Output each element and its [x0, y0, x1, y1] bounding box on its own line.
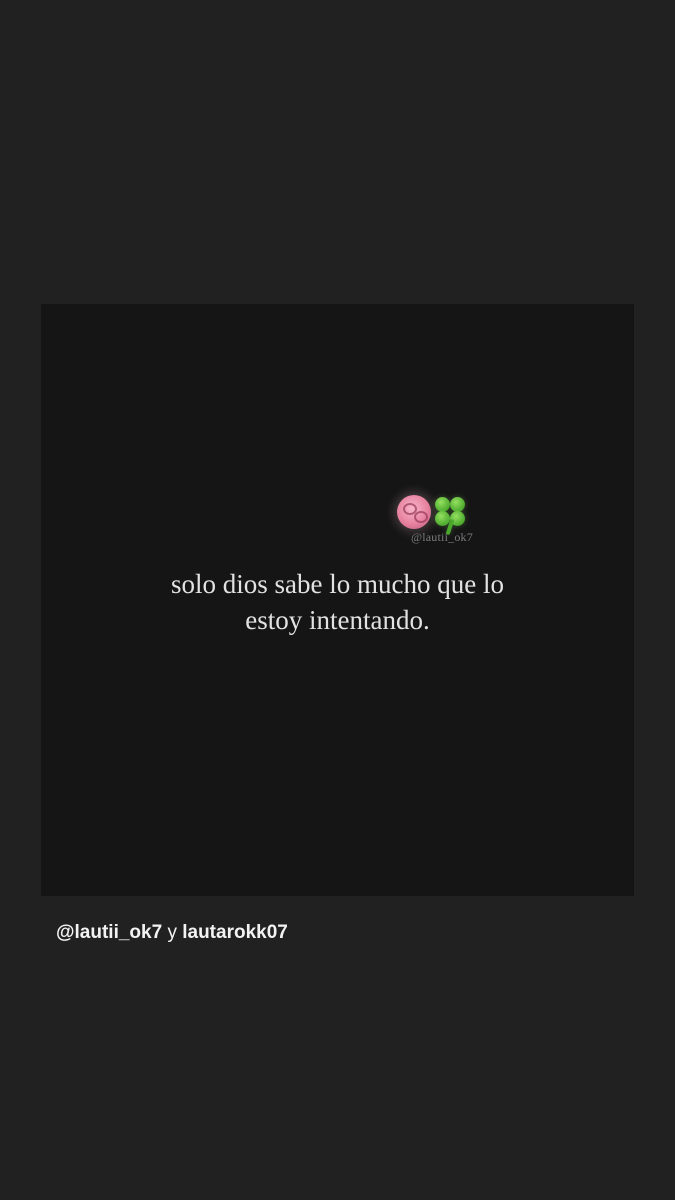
- quote-line-2: estoy intentando.: [245, 605, 430, 635]
- mention-user-1[interactable]: @lautii_ok7: [56, 922, 162, 943]
- story-post-card: @lautii_ok7 solo dios sabe lo mucho que …: [41, 304, 634, 896]
- emoji-row: [397, 495, 467, 536]
- quote-line-1: solo dios sabe lo mucho que lo: [171, 569, 504, 599]
- emoji-sticker: @lautii_ok7: [397, 495, 481, 545]
- watermark-username: @lautii_ok7: [411, 530, 473, 544]
- four-leaf-clover-icon: [433, 495, 467, 536]
- mention-user-2[interactable]: lautarokk07: [182, 922, 288, 943]
- quote-text: solo dios sabe lo mucho que lo estoy int…: [41, 566, 634, 638]
- mention-conjunction: y: [167, 922, 177, 943]
- brain-emoji-icon: [397, 495, 431, 529]
- mentions-caption: @lautii_ok7 y lautarokk07: [56, 921, 288, 945]
